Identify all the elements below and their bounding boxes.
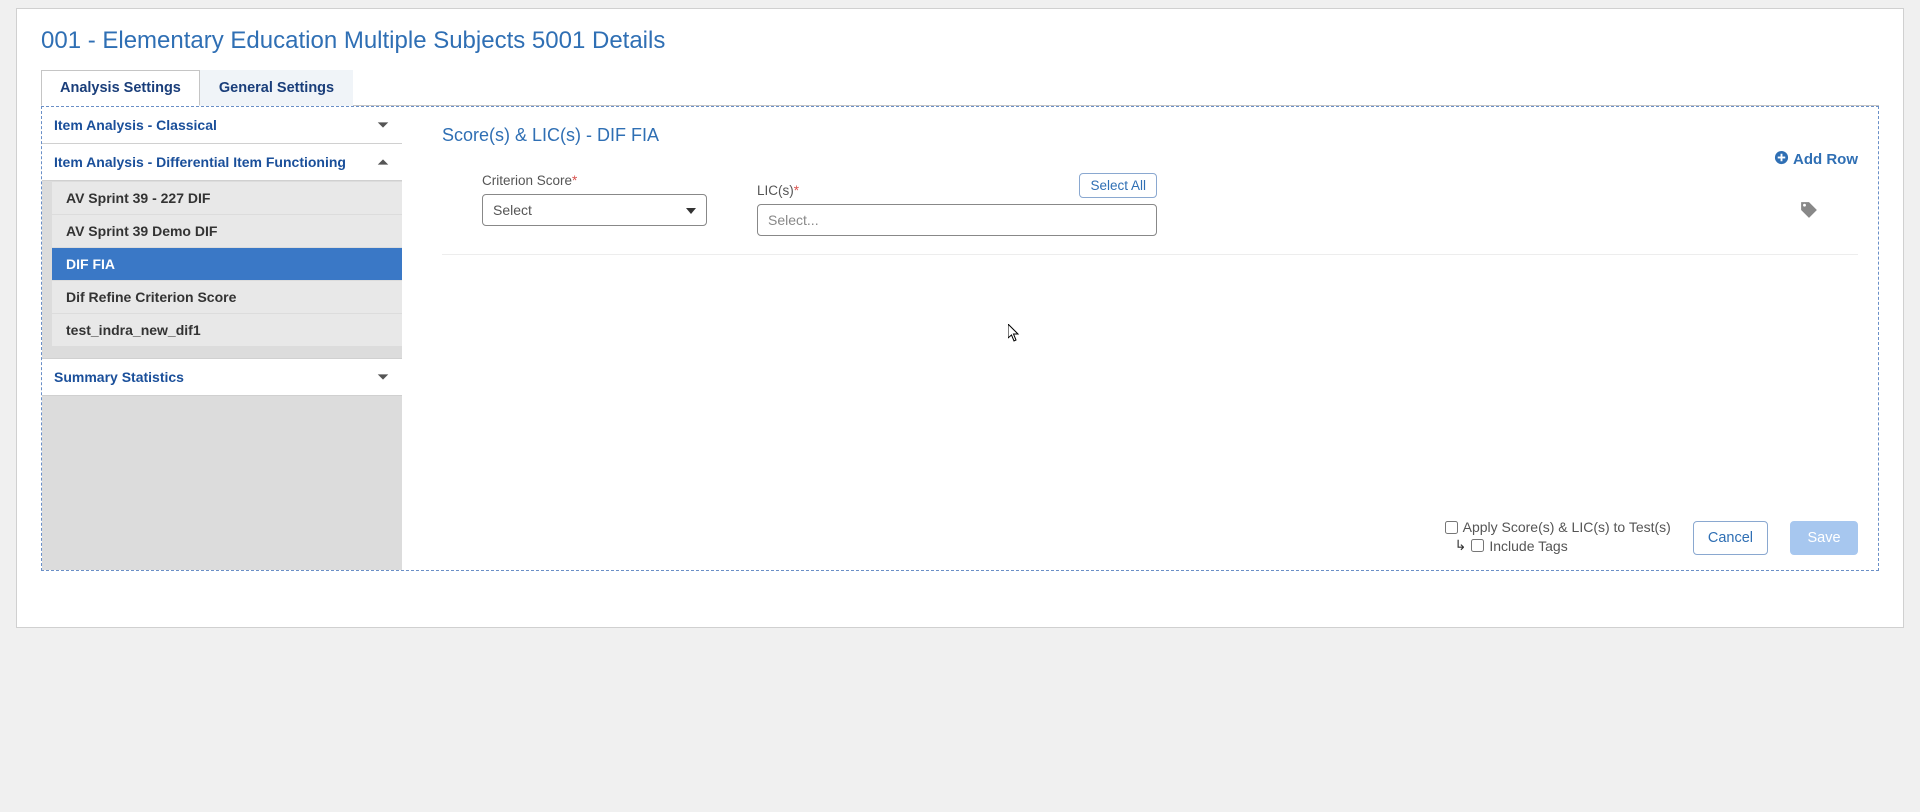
include-tags-line: ↳ Include Tags — [1445, 537, 1671, 554]
cancel-label: Cancel — [1708, 530, 1753, 546]
criterion-score-placeholder: Select — [493, 202, 532, 218]
required-star-icon: * — [572, 173, 577, 188]
tab-analysis-label: Analysis Settings — [60, 80, 181, 96]
criterion-score-col: Criterion Score* Select — [482, 173, 707, 226]
lic-multiselect[interactable]: Select... — [757, 204, 1157, 236]
required-star-icon: * — [794, 183, 799, 198]
apply-to-tests-line: Apply Score(s) & LIC(s) to Test(s) — [1445, 519, 1671, 535]
page-title: 001 - Elementary Education Multiple Subj… — [41, 27, 1879, 55]
tab-general-settings[interactable]: General Settings — [200, 70, 353, 106]
accordion-item-analysis-dif[interactable]: Item Analysis - Differential Item Functi… — [42, 144, 402, 181]
details-panel: 001 - Elementary Education Multiple Subj… — [16, 8, 1904, 628]
save-label: Save — [1807, 530, 1840, 546]
lic-col: LIC(s)* Select All Select... — [757, 173, 1157, 236]
save-button[interactable]: Save — [1790, 521, 1858, 555]
sidebar-item-dif-refine-criterion-score[interactable]: Dif Refine Criterion Score — [52, 281, 402, 313]
chevron-up-icon — [376, 155, 390, 169]
lic-label: LIC(s)* — [757, 183, 799, 198]
accordion-item-analysis-classical[interactable]: Item Analysis - Classical — [42, 107, 402, 144]
lic-label-text: LIC(s) — [757, 183, 794, 198]
accordion-dif-body: AV Sprint 39 - 227 DIF AV Sprint 39 Demo… — [42, 181, 402, 358]
accordion-classical-label: Item Analysis - Classical — [54, 117, 217, 133]
criterion-score-label-text: Criterion Score — [482, 173, 572, 188]
analysis-sidebar: Item Analysis - Classical Item Analysis … — [42, 107, 402, 570]
indent-arrow-icon: ↳ — [1455, 537, 1467, 554]
tag-icon[interactable] — [1800, 201, 1818, 222]
tab-general-label: General Settings — [219, 80, 334, 96]
apply-to-tests-checkbox[interactable] — [1445, 521, 1458, 534]
include-tags-label: Include Tags — [1489, 538, 1567, 554]
accordion-summary-label: Summary Statistics — [54, 369, 184, 385]
sidebar-item-label: DIF FIA — [66, 256, 115, 272]
section-title: Score(s) & LIC(s) - DIF FIA — [442, 125, 1858, 146]
sidebar-item-label: AV Sprint 39 - 227 DIF — [66, 190, 210, 206]
sidebar-item-av-sprint-39-227-dif[interactable]: AV Sprint 39 - 227 DIF — [52, 182, 402, 214]
cancel-button[interactable]: Cancel — [1693, 521, 1768, 555]
spacer — [442, 255, 1858, 509]
sidebar-item-av-sprint-39-demo-dif[interactable]: AV Sprint 39 Demo DIF — [52, 215, 402, 247]
sidebar-item-label: Dif Refine Criterion Score — [66, 289, 236, 305]
chevron-down-icon — [376, 118, 390, 132]
lic-placeholder: Select... — [768, 212, 819, 228]
sidebar-item-label: test_indra_new_dif1 — [66, 322, 201, 338]
criterion-score-label: Criterion Score* — [482, 173, 707, 188]
sidebar-item-test-indra-new-dif1[interactable]: test_indra_new_dif1 — [52, 314, 402, 346]
lic-header-row: LIC(s)* Select All — [757, 173, 1157, 198]
add-row-button[interactable]: Add Row — [1774, 150, 1858, 169]
main-panel: Score(s) & LIC(s) - DIF FIA Add Row Crit… — [402, 107, 1878, 570]
sidebar-item-label: AV Sprint 39 Demo DIF — [66, 223, 217, 239]
criterion-score-select[interactable]: Select — [482, 194, 707, 226]
tab-row: Analysis Settings General Settings — [41, 69, 1879, 106]
row-actions — [1207, 173, 1858, 222]
apply-to-tests-label: Apply Score(s) & LIC(s) to Test(s) — [1463, 519, 1671, 535]
select-all-label: Select All — [1090, 178, 1146, 193]
accordion-summary-statistics[interactable]: Summary Statistics — [42, 358, 402, 396]
plus-circle-icon — [1774, 150, 1789, 169]
content-area: Item Analysis - Classical Item Analysis … — [41, 106, 1879, 571]
chevron-down-icon — [376, 370, 390, 384]
sidebar-item-dif-fia[interactable]: DIF FIA — [52, 248, 402, 280]
add-row-label: Add Row — [1793, 151, 1858, 168]
toolbar-row: Add Row — [442, 150, 1858, 169]
accordion-dif-label: Item Analysis - Differential Item Functi… — [54, 154, 346, 170]
footer-row: Apply Score(s) & LIC(s) to Test(s) ↳ Inc… — [442, 509, 1858, 556]
score-lic-row: Criterion Score* Select LIC(s)* Select A… — [442, 173, 1858, 255]
include-tags-checkbox[interactable] — [1471, 539, 1484, 552]
footer-options: Apply Score(s) & LIC(s) to Test(s) ↳ Inc… — [1445, 519, 1671, 556]
select-all-button[interactable]: Select All — [1079, 173, 1157, 198]
tab-analysis-settings[interactable]: Analysis Settings — [41, 70, 200, 106]
